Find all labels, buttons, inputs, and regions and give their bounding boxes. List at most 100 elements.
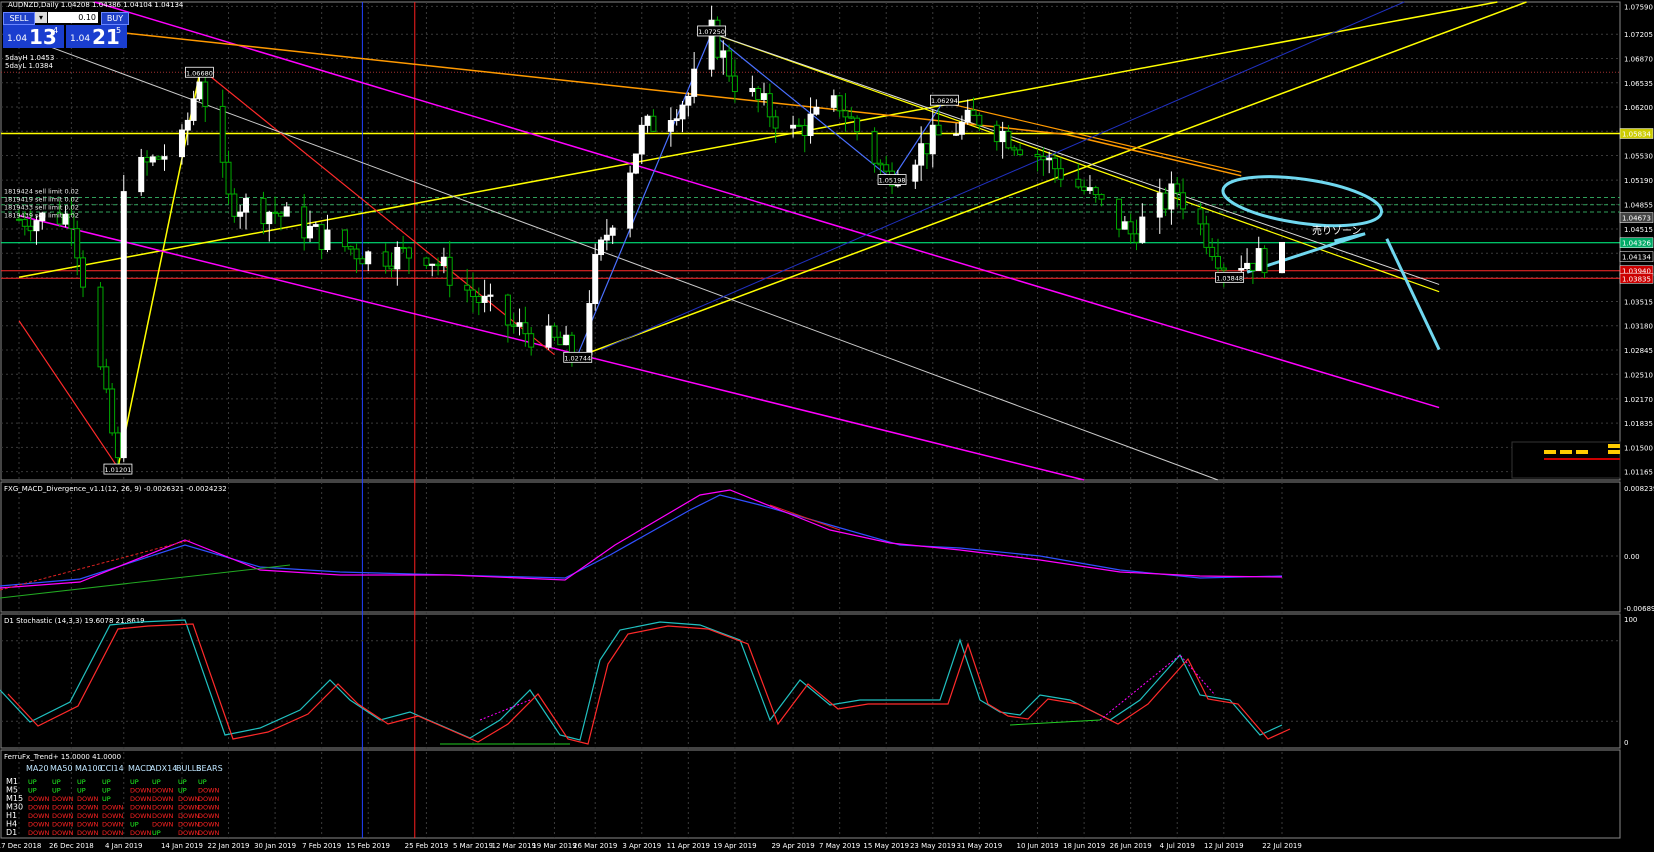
sell-price-box[interactable]: 1.04 13 4 <box>3 25 64 49</box>
trend-cell: DOWN <box>198 821 220 829</box>
lot-size-input[interactable]: 0.10 <box>48 12 98 23</box>
candle-body <box>557 336 564 346</box>
lot-dropdown[interactable]: ▾ <box>35 12 47 23</box>
y-tick-label: 1.07590 <box>1624 3 1653 11</box>
candle-body <box>836 95 843 112</box>
y-tick-label: 1.01835 <box>1624 420 1653 428</box>
trend-cell: UP <box>28 778 37 786</box>
x-tick-label: 12 Jul 2019 <box>1204 842 1244 850</box>
divergence-line <box>769 504 841 531</box>
order-label: 1819439 sell limit 0.02 <box>4 211 79 219</box>
trend-column-header: MA20 <box>26 764 49 773</box>
order-label: 1819424 sell limit 0.02 <box>4 187 79 195</box>
price-point-text: 1.07250 <box>698 28 725 36</box>
price-tag-label: 1.04134 <box>1622 254 1651 262</box>
candle-body <box>266 211 273 225</box>
candle-body <box>1168 183 1175 210</box>
trend-cell: UP <box>102 787 111 795</box>
candle-body <box>405 247 412 259</box>
x-tick-label: 26 Mar 2019 <box>573 842 617 850</box>
candle-body <box>318 224 325 250</box>
candle-body <box>638 124 645 155</box>
panel-border <box>0 613 1621 749</box>
labels: 17 Dec 2018 26 Dec 2018 4 Jan 2019 14 Jan 2… <box>0 3 1654 850</box>
cyan-arrow <box>1385 238 1441 351</box>
candle-body <box>749 87 756 93</box>
y-tick-label: 1.05190 <box>1624 177 1653 185</box>
candle-body <box>935 124 942 136</box>
y-tick-label: 1.02510 <box>1624 371 1653 379</box>
candle-body <box>388 265 395 270</box>
candle-body <box>109 388 116 434</box>
candle-body <box>423 257 430 266</box>
candle-body <box>650 115 657 132</box>
candle-body <box>1214 255 1221 269</box>
candle-body <box>21 219 28 227</box>
trend-cell: DOWN <box>130 812 152 820</box>
trend-cell: DOWN <box>102 829 124 837</box>
candle-body <box>1261 248 1268 274</box>
x-tick-label: 10 Jun 2019 <box>1016 842 1058 850</box>
buy-button[interactable]: BUY <box>101 12 129 25</box>
panel-border <box>0 1 1621 481</box>
trend-cell: DOWN <box>28 804 50 812</box>
chart-canvas[interactable]: FXG_MACD_Divergence_v1.1(12, 26, 9) -0.0… <box>0 0 1654 852</box>
candle-body <box>74 228 81 259</box>
candle-body <box>830 95 837 108</box>
candle-body <box>691 68 698 97</box>
panel-border <box>0 481 1621 613</box>
candle-body <box>970 109 977 116</box>
trend-cell: UP <box>178 778 187 786</box>
candle-body <box>1052 157 1059 170</box>
macd-y-tick: -0.0068977 <box>1624 605 1654 613</box>
price-tag-label: 1.05834 <box>1622 131 1651 139</box>
price-tag-label: 1.04326 <box>1622 240 1651 248</box>
candle-body <box>609 227 616 236</box>
white-trendline <box>36 41 1219 481</box>
candle-body <box>644 115 651 126</box>
trend-cell: UP <box>52 787 61 795</box>
candle-body <box>225 161 232 195</box>
trend-cell: UP <box>152 778 161 786</box>
candle-body <box>801 125 808 137</box>
candle-body <box>685 95 692 106</box>
macd-main-line <box>0 489 1283 589</box>
x-tick-label: 29 Apr 2019 <box>771 842 814 850</box>
price-point-text: 1.06294 <box>931 97 958 105</box>
trend-cell: UP <box>77 778 86 786</box>
candle-body <box>673 118 680 122</box>
candle-body <box>1162 192 1169 210</box>
candle-body <box>120 191 127 459</box>
y-tick-label: 1.06200 <box>1624 104 1653 112</box>
candle-body <box>993 124 1000 143</box>
candle-body <box>307 225 314 239</box>
y-tick-label: 1.04515 <box>1624 226 1653 234</box>
sell-zone-label: 売りゾーン <box>1312 224 1362 237</box>
trend-cell: DOWN <box>152 795 174 803</box>
candle-body <box>272 211 279 214</box>
trend-cell: DOWN <box>77 795 99 803</box>
price-point-text: 1.06680 <box>186 69 213 77</box>
candle-body <box>1127 221 1134 235</box>
candle-body <box>516 322 523 327</box>
order-label: 1819433 sell limit 0.02 <box>4 203 79 211</box>
trend-table-title: FerruFx_Trend+ 15.0000 41.0000 <box>4 753 121 761</box>
candle-body <box>586 303 593 356</box>
trend-cell: DOWN <box>178 795 200 803</box>
candle-body <box>551 325 558 338</box>
x-tick-label: 3 Apr 2019 <box>622 842 661 850</box>
buy-price-box[interactable]: 1.04 21 5 <box>66 25 127 49</box>
trend-cell: DOWN <box>178 829 200 837</box>
trend-cell: UP <box>102 778 111 786</box>
y-tick-label: 1.07205 <box>1624 31 1653 39</box>
macd-y-tick: 0.0082391 <box>1624 485 1654 493</box>
candle-body <box>667 120 674 132</box>
y-tick-label: 1.06535 <box>1624 80 1653 88</box>
price-point-text: 1.05198 <box>879 177 906 185</box>
candle-body <box>359 258 366 265</box>
candle-body <box>155 156 162 160</box>
candle-body <box>1174 183 1181 194</box>
candle-body <box>469 289 476 298</box>
sell-button[interactable]: SELL <box>3 12 35 25</box>
candle-body <box>1057 168 1064 180</box>
